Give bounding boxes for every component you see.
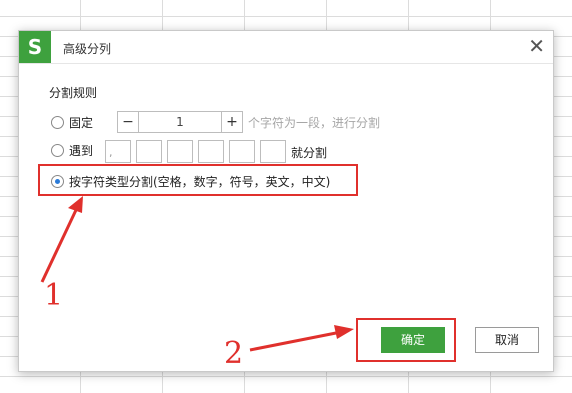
annotation-number-2: 2 <box>224 336 244 371</box>
arrow-2-head <box>334 325 354 339</box>
annotation-arrows <box>40 196 354 352</box>
arrow-1-head <box>68 196 83 213</box>
arrow-2-shaft <box>249 331 337 352</box>
arrow-1-shaft <box>40 209 78 283</box>
annotation-number-1: 1 <box>44 278 64 313</box>
